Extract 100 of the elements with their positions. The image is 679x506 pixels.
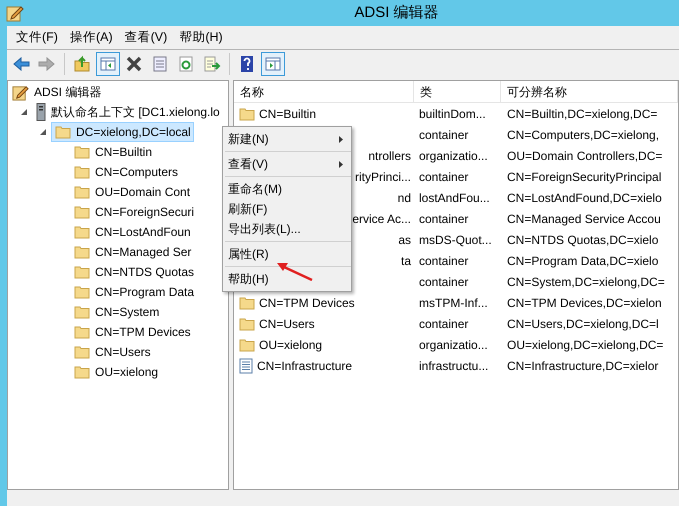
folder-up-icon <box>73 55 91 73</box>
tree-item[interactable]: OU=Domain Cont <box>70 182 194 202</box>
folder-icon <box>74 325 90 339</box>
tree-item[interactable]: CN=LostAndFoun <box>70 222 194 242</box>
context-menu-item[interactable]: 帮助(H) <box>223 269 351 289</box>
table-cell: msTPM-Inf... <box>419 296 488 310</box>
context-menu-item[interactable]: 新建(N) <box>223 129 351 149</box>
table-cell-text: CN=Infrastructure <box>257 358 352 374</box>
folder-icon <box>74 305 90 319</box>
tree-item[interactable]: CN=Managed Ser <box>70 242 194 262</box>
table-cell: CN=NTDS Quotas,DC=xielo <box>507 232 658 246</box>
table-cell-text: CN=Builtin <box>259 106 316 122</box>
refresh-icon <box>177 55 195 73</box>
export-list-icon <box>203 55 221 73</box>
tree-item[interactable]: DC=xielong,DC=local <box>51 122 194 142</box>
expanded-triangle-icon[interactable] <box>20 108 28 116</box>
folder-icon <box>74 225 90 239</box>
table-cell-text: as <box>398 232 411 248</box>
menu-item[interactable]: 查看(V) <box>120 26 172 48</box>
context-menu-item[interactable]: 查看(V) <box>223 154 351 174</box>
table-cell: container <box>419 274 468 288</box>
table-cell-text: nd <box>398 190 411 206</box>
table-cell: CN=TPM Devices,DC=xielon <box>507 296 662 310</box>
table-cell: CN=Builtin,DC=xielong,DC= <box>507 106 658 120</box>
help-icon <box>238 55 256 73</box>
folder-icon <box>74 185 90 199</box>
server-icon <box>36 103 46 121</box>
table-cell: organizatio... <box>419 148 488 162</box>
column-header[interactable]: 类 <box>414 81 501 102</box>
menu-item[interactable]: 文件(F) <box>11 26 63 48</box>
column-header[interactable]: 可分辨名称 <box>501 81 678 102</box>
tree-item[interactable]: CN=Program Data <box>70 282 198 302</box>
console-tree-icon <box>99 55 117 73</box>
pointer-arrow <box>276 261 314 281</box>
tree-item[interactable]: CN=NTDS Quotas <box>70 262 198 282</box>
table-cell: container <box>419 128 468 142</box>
folder-icon <box>239 316 255 330</box>
forward-arrow-icon <box>38 55 56 73</box>
folder-icon <box>74 345 90 359</box>
table-cell-text: ervice Ac... <box>352 210 411 228</box>
console-tree-button[interactable] <box>96 52 120 76</box>
folder-icon <box>74 285 90 299</box>
properties-icon <box>151 55 169 73</box>
table-cell: OU=Domain Controllers,DC= <box>507 148 662 162</box>
folder-icon <box>239 338 255 352</box>
tree-root-label[interactable]: ADSI 编辑器 <box>34 83 102 101</box>
delete-icon <box>125 55 143 73</box>
table-cell: container <box>419 212 468 226</box>
table-cell: lostAndFou... <box>419 190 490 204</box>
table-cell: CN=LostAndFound,DC=xielo <box>507 190 662 204</box>
table-cell: CN=Computers,DC=xielong, <box>507 128 660 142</box>
tree-item[interactable]: OU=xielong <box>70 362 162 382</box>
table-cell-text: rityPrinci... <box>354 168 411 186</box>
window-title: ADSI 编辑器 <box>353 2 440 23</box>
table-cell: CN=ForeignSecurityPrincipal <box>507 170 662 184</box>
table-cell-text: CN=Users <box>259 316 315 332</box>
back-arrow-icon <box>12 55 30 73</box>
folder-icon <box>239 106 255 120</box>
table-cell: organizatio... <box>419 338 488 352</box>
column-header[interactable]: 名称 <box>234 81 414 102</box>
menu-item[interactable]: 帮助(H) <box>174 26 228 48</box>
expanded-triangle-icon[interactable] <box>39 128 47 136</box>
tree-item[interactable]: CN=Users <box>70 342 154 362</box>
table-cell: infrastructu... <box>419 358 488 372</box>
context-menu-item[interactable]: 重命名(M) <box>223 179 351 199</box>
pencil-notepad-icon <box>12 84 29 100</box>
table-cell-text: ntrollers <box>368 148 411 164</box>
context-menu-item[interactable]: 导出列表(L)... <box>223 219 351 239</box>
tree-item[interactable]: CN=System <box>70 302 162 322</box>
action-pane-icon <box>264 55 282 73</box>
folder-icon <box>74 245 90 259</box>
tree-item[interactable]: CN=Computers <box>70 162 182 182</box>
folder-icon <box>55 125 71 139</box>
table-cell-text: OU=xielong <box>259 336 322 354</box>
table-cell: container <box>419 170 468 184</box>
submenu-arrow-icon <box>339 136 343 142</box>
table-cell: CN=Users,DC=xielong,DC=l <box>507 316 659 330</box>
tree-item[interactable]: CN=Builtin <box>70 142 156 162</box>
document-icon <box>239 358 253 374</box>
table-cell: builtinDom... <box>419 106 486 120</box>
context-menu-item[interactable]: 属性(R) <box>223 244 351 264</box>
tree-item[interactable]: 默认命名上下文 [DC1.xielong.lo <box>32 102 223 122</box>
table-cell: msDS-Quot... <box>419 232 492 246</box>
context-menu-item[interactable]: 刷新(F) <box>223 199 351 219</box>
tree-item[interactable]: CN=ForeignSecuri <box>70 202 198 222</box>
folder-icon <box>74 205 90 219</box>
table-cell: CN=Infrastructure,DC=xielor <box>507 358 658 372</box>
folder-icon <box>74 365 90 379</box>
table-cell: CN=Managed Service Accou <box>507 212 661 226</box>
tree-item[interactable]: CN=TPM Devices <box>70 322 194 342</box>
table-cell: container <box>419 254 468 268</box>
action-pane-button[interactable] <box>261 52 285 76</box>
table-cell: container <box>419 316 468 330</box>
folder-icon <box>74 145 90 159</box>
table-cell: OU=xielong,DC=xielong,DC= <box>507 338 664 352</box>
pencil-notepad-icon <box>6 4 24 22</box>
table-cell: CN=System,DC=xielong,DC= <box>507 274 665 288</box>
menu-item[interactable]: 操作(A) <box>64 26 118 48</box>
folder-icon <box>74 265 90 279</box>
table-cell: CN=Program Data,DC=xielo <box>507 254 658 268</box>
